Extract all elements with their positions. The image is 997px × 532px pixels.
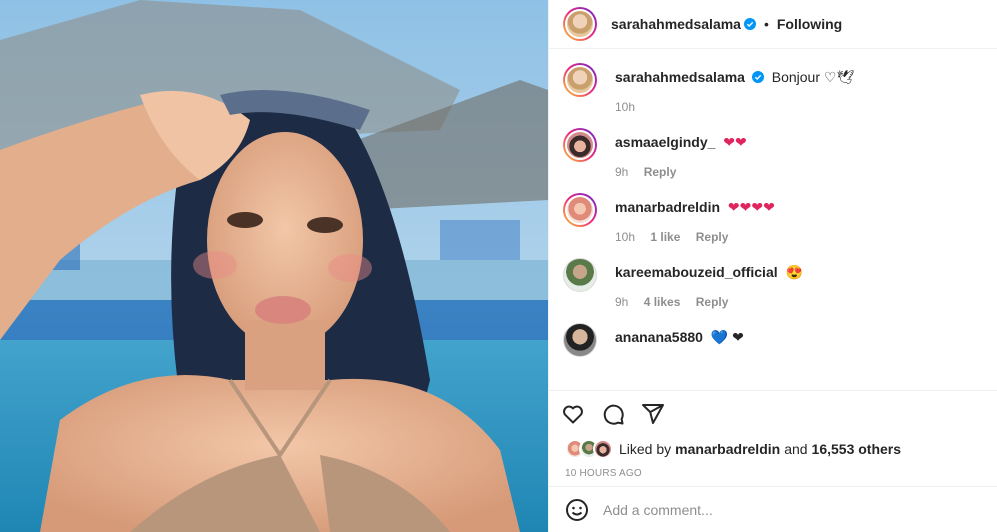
comment-input[interactable] [603,501,903,518]
comment-text: ❤❤ [723,134,747,150]
like-heart-icon[interactable] [561,402,585,426]
liked-by-user[interactable]: manarbadreldin [675,441,780,457]
reply-button[interactable]: Reply [696,230,729,244]
comment-item: ananana5880 💙 ❤ [563,323,981,357]
commenter-avatar[interactable] [563,258,597,292]
commenter-username[interactable]: ananana5880 [615,329,703,345]
comment-meta: 10h 1 like Reply [615,230,775,244]
verified-badge-icon [743,18,756,30]
action-bar [549,390,997,436]
post-photo[interactable] [0,0,548,532]
comment-text: 😍 [785,264,803,280]
commenter-username[interactable]: kareemabouzeid_official [615,264,778,280]
comment-caption: sarahahmedsalama Bonjour ♡🕊 10h [563,63,981,114]
author-avatar[interactable] [563,7,597,41]
comment-time[interactable]: 9h [615,295,628,309]
likes-summary: Liked by manarbadreldin and 16,553 other… [549,436,997,462]
comments-list[interactable]: sarahahmedsalama Bonjour ♡🕊 10h asmaaelg… [549,49,997,390]
comment-time[interactable]: 9h [615,165,628,179]
commenter-avatar[interactable] [563,128,597,162]
emoji-smiley-icon[interactable] [565,498,589,522]
comment-item: kareemabouzeid_official 😍 9h 4 likes Rep… [563,258,981,309]
separator-dot: • [763,16,769,32]
commenter-username[interactable]: asmaaelgindy_ [615,134,715,150]
post-header: sarahahmedsalama • Following [549,0,997,49]
commenter-username[interactable]: manarbadreldin [615,199,720,215]
reply-button[interactable]: Reply [696,295,729,309]
post-modal: sarahahmedsalama • Following sarahahmeds… [0,0,997,532]
comment-meta: 9h Reply [615,165,747,179]
liked-by-prefix: Liked by [619,441,672,457]
photo-illustration [0,0,548,532]
share-send-icon[interactable] [641,402,665,426]
commenter-avatar[interactable] [563,193,597,227]
comment-time[interactable]: 10h [615,230,635,244]
comment-item: manarbadreldin ❤❤❤❤ 10h 1 like Reply [563,193,981,244]
comment-meta: 10h [615,100,854,114]
author-username[interactable]: sarahahmedsalama [611,16,741,32]
comment-text: Bonjour ♡🕊 [771,69,855,85]
comment-likes[interactable]: 1 like [650,230,680,244]
comment-text: ❤❤❤❤ [727,199,775,215]
comment-item: asmaaelgindy_ ❤❤ 9h Reply [563,128,981,179]
liked-by-joiner: and [784,441,808,457]
commenter-username[interactable]: sarahahmedsalama [615,69,745,85]
post-timestamp[interactable]: 10 HOURS AGO [549,462,997,486]
comment-likes[interactable]: 4 likes [644,295,681,309]
liker-avatars[interactable] [565,439,613,459]
comment-text: 💙 ❤ [710,329,744,345]
likes-count[interactable]: 16,553 others [812,441,902,457]
comment-bubble-icon[interactable] [601,402,625,426]
reply-button[interactable]: Reply [644,165,677,179]
verified-badge-icon [751,71,764,83]
commenter-avatar[interactable] [563,323,597,357]
following-button[interactable]: Following [777,16,842,32]
comment-meta: 9h 4 likes Reply [615,295,803,309]
comment-time[interactable]: 10h [615,100,635,114]
commenter-avatar[interactable] [563,63,597,97]
add-comment-bar [549,486,997,532]
post-side-panel: sarahahmedsalama • Following sarahahmeds… [548,0,997,532]
